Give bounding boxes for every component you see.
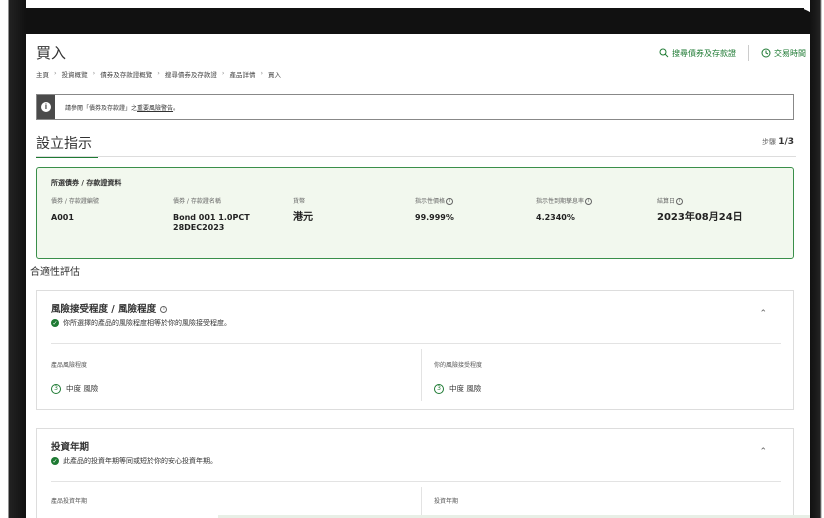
risk-warning-link[interactable]: 重要風險警告 — [137, 105, 173, 112]
field-value: 2023年08月24日 — [657, 212, 743, 223]
field-label-text: 指示性價格 — [415, 198, 446, 205]
selected-bond-heading: 所選債券 / 存款證資料 — [51, 179, 122, 187]
chevron-right-icon: › — [157, 69, 160, 77]
alert-text: 請參閱「債券及存款證」之重要風險警告。 — [55, 103, 179, 112]
clock-icon — [761, 48, 771, 58]
step-value: 1/3 — [778, 137, 794, 147]
tenor-card-subtitle-text: 此產品的投資年期等同或短於你的安心投資年期。 — [63, 457, 217, 465]
top-links: 搜尋債券及存款證 交易時間 — [659, 45, 806, 61]
divider — [51, 481, 781, 482]
currency-field: 貨幣 港元 — [293, 196, 313, 223]
info-icon[interactable]: i — [160, 306, 168, 313]
field-value: Bond 001 1.0PCT 28DEC2023 — [173, 213, 250, 232]
chevron-right-icon: › — [92, 69, 96, 77]
tenor-card-subtitle: ✓ 此產品的投資年期等同或短於你的安心投資年期。 — [51, 456, 217, 466]
alert-suffix: 。 — [173, 104, 180, 112]
risk-level-text: 中度 風險 — [66, 384, 99, 393]
field-label: 債券 / 存款證編號 — [51, 198, 99, 205]
risk-warning-alert: i 請參閱「債券及存款證」之重要風險警告。 — [36, 94, 794, 120]
risk-level-badge: 3 — [51, 383, 61, 394]
your-risk-value: 3 中度 風險 — [434, 383, 481, 394]
divider — [421, 349, 422, 401]
search-bonds-label: 搜尋債券及存款證 — [672, 48, 736, 58]
divider — [748, 45, 749, 61]
field-label-text: 結算日 — [657, 198, 676, 205]
product-risk-label: 產品風險程度 — [51, 362, 88, 369]
step-prefix: 步驟 — [761, 138, 776, 146]
trading-hours-label: 交易時間 — [774, 48, 806, 58]
search-bonds-link[interactable]: 搜尋債券及存款證 — [659, 48, 736, 59]
divider — [421, 487, 422, 518]
bond-code-field: 債券 / 存款證編號 A001 — [51, 196, 99, 223]
your-risk-label: 你的風險接受程度 — [434, 362, 483, 369]
chevron-up-icon[interactable]: ⌃ — [759, 309, 767, 319]
step-indicator: 步驟 1/3 — [762, 137, 794, 147]
tenor-card-title: 投資年期 — [51, 442, 90, 453]
breadcrumb-item[interactable]: 投資概覽 — [62, 69, 88, 79]
info-icon[interactable]: i — [676, 198, 684, 205]
field-label: 指示性價格 i — [415, 196, 454, 205]
alert-prefix: 請參閱「債券及存款證」之 — [65, 104, 138, 112]
field-value: A001 — [51, 213, 74, 222]
bond-name-field: 債券 / 存款證名稱 Bond 001 1.0PCT 28DEC2023 — [173, 196, 273, 233]
screen: 買入 搜尋債券及存款證 交易時間 主頁 › 投資概覽 › 債券及存款證概覽 › … — [26, 34, 810, 518]
tenor-card: 投資年期 ✓ 此產品的投資年期等同或短於你的安心投資年期。 ⌃ 產品投資年期 投… — [36, 428, 794, 518]
risk-card-title: 風險接受程度 / 風險程度 i — [51, 301, 168, 315]
settlement-date-field: 結算日 i 2023年08月24日 — [657, 196, 743, 223]
indicative-price-field: 指示性價格 i 99.999% — [415, 196, 454, 223]
breadcrumb-item[interactable]: 產品詳情 — [229, 69, 255, 79]
product-tenor-label: 產品投資年期 — [51, 498, 88, 505]
suitability-title: 合適性評估 — [30, 267, 80, 278]
risk-card-subtitle: ✓ 你所選擇的產品的風險程度相等於你的風險接受程度。 — [51, 318, 231, 328]
check-circle-icon: ✓ — [51, 319, 59, 327]
trading-hours-link[interactable]: 交易時間 — [761, 48, 806, 59]
product-risk-value: 3 中度 風險 — [51, 383, 98, 394]
field-label-text: 指示性到期孳息率 — [536, 198, 585, 205]
field-value: 港元 — [293, 212, 313, 223]
your-tenor-label: 投資年期 — [434, 498, 459, 505]
field-value: 4.2340% — [536, 213, 575, 222]
divider — [51, 343, 781, 344]
breadcrumb: 主頁 › 投資概覽 › 債券及存款證概覽 › 搜尋債券及存款證 › 產品詳情 ›… — [36, 69, 281, 79]
selected-bond-panel: 所選債券 / 存款證資料 債券 / 存款證編號 A001 債券 / 存款證名稱 … — [36, 167, 794, 259]
field-label: 指示性到期孳息率 i — [536, 196, 593, 205]
risk-level-text: 中度 風險 — [449, 384, 482, 393]
info-icon[interactable]: i — [446, 198, 454, 205]
divider — [36, 156, 796, 157]
search-icon — [659, 48, 669, 58]
breadcrumb-current: 買入 — [268, 71, 282, 79]
breadcrumb-item[interactable]: 搜尋債券及存款證 — [165, 69, 217, 79]
breadcrumb-item[interactable]: 主頁 — [36, 69, 49, 79]
field-label: 債券 / 存款證名稱 — [173, 198, 221, 205]
risk-level-badge: 3 — [434, 383, 444, 394]
risk-card: 風險接受程度 / 風險程度 i ✓ 你所選擇的產品的風險程度相等於你的風險接受程… — [36, 290, 794, 410]
section-title: 設立指示 — [36, 133, 98, 158]
field-label: 貨幣 — [293, 198, 306, 205]
info-icon[interactable]: i — [585, 198, 593, 205]
chevron-up-icon[interactable]: ⌃ — [759, 447, 767, 457]
risk-card-title-text: 風險接受程度 / 風險程度 — [51, 304, 157, 315]
chevron-right-icon: › — [221, 69, 225, 77]
field-label: 結算日 i — [657, 196, 743, 205]
indicative-yield-field: 指示性到期孳息率 i 4.2340% — [536, 196, 593, 223]
check-circle-icon: ✓ — [51, 457, 59, 465]
chevron-right-icon: › — [54, 69, 57, 77]
alert-icon-box: i — [37, 95, 55, 119]
breadcrumb-item[interactable]: 債券及存款證概覽 — [100, 69, 152, 79]
risk-card-subtitle-text: 你所選擇的產品的風險程度相等於你的風險接受程度。 — [63, 319, 231, 327]
page-title: 買入 — [36, 44, 67, 62]
chevron-right-icon: › — [260, 69, 264, 77]
info-icon: i — [41, 102, 51, 112]
field-value: 99.999% — [415, 213, 454, 222]
